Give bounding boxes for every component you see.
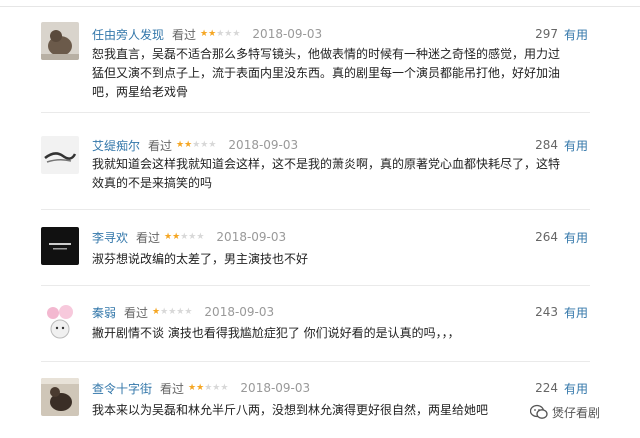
watermark-text: 煲仔看剧 [552, 405, 601, 420]
review-meta: 任由旁人发现 看过 ★★★★★ 2018-09-03 [92, 25, 322, 43]
star-empty-icon: ★ [184, 306, 193, 317]
review-divider [41, 285, 590, 286]
avatar[interactable] [41, 378, 79, 416]
useful-vote-button[interactable]: 有用 [564, 380, 588, 397]
review-meta: 艾缇痴尔 看过 ★★★★★ 2018-09-03 [92, 136, 298, 154]
top-divider [0, 6, 640, 7]
vote-area: 297 有用 [535, 25, 588, 43]
review-text: 我就知道会这样我就知道会这样，这不是我的萧炎啊，真的原著党心血都快耗尽了，这特效… [92, 157, 561, 190]
watched-label: 看过 [160, 381, 185, 396]
username-link[interactable]: 李寻欢 [92, 229, 128, 246]
watched-label: 看过 [148, 138, 173, 153]
star-filled-icon: ★ [184, 139, 193, 150]
username-link[interactable]: 秦弱 [92, 304, 116, 321]
vote-count: 224 [535, 381, 558, 395]
star-empty-icon: ★ [160, 306, 169, 317]
vote-area: 224 有用 [535, 379, 588, 397]
vote-area: 264 有用 [535, 228, 588, 246]
avatar[interactable] [41, 302, 79, 340]
useful-vote-button[interactable]: 有用 [564, 229, 588, 246]
review-date: 2018-09-03 [228, 138, 299, 152]
useful-vote-button[interactable]: 有用 [564, 26, 588, 43]
star-filled-icon: ★ [196, 382, 205, 393]
star-filled-icon: ★ [176, 139, 185, 150]
review-divider [41, 112, 590, 113]
review-divider [41, 209, 590, 210]
star-filled-icon: ★ [200, 28, 209, 39]
star-rating: ★★★★★ [188, 382, 229, 393]
avatar[interactable] [41, 22, 79, 60]
vote-count: 243 [535, 305, 558, 319]
review-date: 2018-09-03 [204, 305, 275, 319]
useful-vote-button[interactable]: 有用 [564, 137, 588, 154]
star-filled-icon: ★ [152, 306, 161, 317]
star-empty-icon: ★ [196, 231, 205, 242]
review-meta: 秦弱 看过 ★★★★★ 2018-09-03 [92, 303, 274, 321]
watched-label: 看过 [124, 305, 149, 320]
useful-vote-button[interactable]: 有用 [564, 304, 588, 321]
star-filled-icon: ★ [208, 28, 217, 39]
review-date: 2018-09-03 [252, 27, 323, 41]
review-divider [41, 361, 590, 362]
vote-count: 297 [535, 27, 558, 41]
review-date: 2018-09-03 [240, 381, 311, 395]
star-empty-icon: ★ [208, 139, 217, 150]
review-text: 恕我直言，吴磊不适合那么多特写镜头，他做表情的时候有一种迷之奇怪的感觉，用力过猛… [92, 47, 561, 99]
star-rating: ★★★★★ [152, 306, 193, 317]
review-date: 2018-09-03 [216, 230, 287, 244]
avatar[interactable] [41, 227, 79, 265]
watermark: 煲仔看剧 [530, 402, 600, 422]
review-text: 撇开剧情不谈 演技也看得我尴尬症犯了 你们说好看的是认真的吗，，， [92, 326, 460, 340]
watched-label: 看过 [172, 27, 197, 42]
star-rating: ★★★★★ [164, 231, 205, 242]
star-rating: ★★★★★ [176, 139, 217, 150]
star-filled-icon: ★ [172, 231, 181, 242]
star-filled-icon: ★ [188, 382, 197, 393]
star-filled-icon: ★ [164, 231, 173, 242]
vote-area: 243 有用 [535, 303, 588, 321]
username-link[interactable]: 艾缇痴尔 [92, 137, 140, 154]
watched-label: 看过 [136, 230, 161, 245]
username-link[interactable]: 查令十字街 [92, 380, 152, 397]
review-meta: 李寻欢 看过 ★★★★★ 2018-09-03 [92, 228, 286, 246]
wechat-icon [530, 404, 548, 419]
avatar[interactable] [41, 136, 79, 174]
star-empty-icon: ★ [220, 382, 229, 393]
username-link[interactable]: 任由旁人发现 [92, 26, 164, 43]
vote-area: 284 有用 [535, 136, 588, 154]
vote-count: 264 [535, 230, 558, 244]
star-empty-icon: ★ [232, 28, 241, 39]
review-meta: 查令十字街 看过 ★★★★★ 2018-09-03 [92, 379, 310, 397]
review-text: 淑芬想说改编的太差了，男主演技也不好 [92, 252, 309, 266]
star-rating: ★★★★★ [200, 28, 241, 39]
review-text: 我本来以为吴磊和林允半斤八两，没想到林允演得更好很自然，两星给她吧 [92, 403, 489, 417]
vote-count: 284 [535, 138, 558, 152]
